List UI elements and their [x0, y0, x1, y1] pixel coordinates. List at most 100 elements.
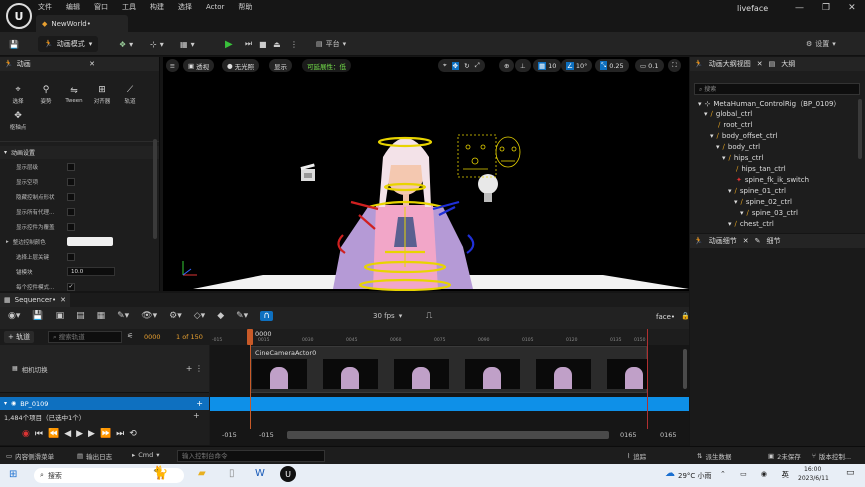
checkbox[interactable]	[67, 192, 75, 201]
mode-selector[interactable]: 🏃 动画模式 ▾	[38, 36, 99, 52]
view-range-end[interactable]: 0165	[660, 431, 677, 439]
tab-anim-details[interactable]: 动画细节	[709, 236, 737, 246]
eject-button[interactable]: ⏏	[273, 37, 281, 51]
time-ruler[interactable]: -015 0015 0030 0045 0060 0075 0090 0105 …	[210, 329, 689, 345]
tree-item[interactable]: ▾ ∕ body_ctrl	[716, 143, 760, 151]
close-icon[interactable]: ✕	[89, 60, 95, 68]
snap-icon[interactable]: ∩	[260, 311, 273, 321]
tree-item[interactable]: ▾ ∕ spine_01_ctrl	[728, 187, 786, 195]
tool-snapper[interactable]: ⊞ 对齐器	[88, 85, 116, 105]
unsaved-button[interactable]: ▣ 2未保存	[768, 451, 801, 461]
file-explorer-icon[interactable]: ▰	[198, 468, 206, 479]
bake-icon[interactable]: ▦	[97, 311, 106, 321]
menu-tools[interactable]: 工具	[122, 2, 136, 12]
bp-0109-track-bar[interactable]	[210, 397, 689, 411]
save-icon[interactable]: 💾	[32, 311, 43, 321]
tree-item[interactable]: ▾ ∕ body_offset_ctrl	[710, 132, 777, 140]
add-icon[interactable]: + ⋮	[186, 364, 203, 373]
tool-pose[interactable]: ⚲ 姿势	[32, 85, 60, 105]
prev-key-button[interactable]: ⏪	[48, 429, 59, 439]
playback-options-icon[interactable]: ⚙▾	[169, 311, 182, 321]
playback-end-marker[interactable]	[647, 329, 648, 429]
filter-icon[interactable]: ⚟	[127, 332, 133, 340]
ime-indicator[interactable]: 英	[782, 470, 789, 480]
step-button[interactable]: ⏭	[245, 37, 252, 51]
key-icon[interactable]: ◇▾	[194, 311, 205, 321]
current-frame[interactable]: 0000	[144, 333, 161, 341]
stop-button[interactable]: ■	[259, 37, 267, 51]
output-log-button[interactable]: ▤ 输出日志	[77, 451, 112, 461]
tree-item[interactable]: ✦ spine_fk_ik_switch	[736, 176, 809, 184]
view-range-start[interactable]: -015	[222, 431, 237, 439]
working-range-start[interactable]: -015	[259, 431, 274, 439]
tool-tween[interactable]: ⇋ Tween	[60, 86, 88, 104]
clock-date[interactable]: 2023/6/11	[798, 475, 829, 482]
level-viewport[interactable]: ≡ ▣ 透视 ● 无光照 显示 可延展性：低 ⌖ ✥ ↻ ⤢ ⊕ ⊥ ▦ 10 ∠ 10…	[163, 57, 689, 291]
close-icon[interactable]: ✕	[60, 296, 66, 304]
checkbox[interactable]	[67, 207, 75, 216]
menu-help[interactable]: 帮助	[238, 2, 252, 12]
menu-window[interactable]: 窗口	[94, 2, 108, 12]
actions-icon[interactable]: ✎▾	[117, 311, 129, 321]
find-in-browser-icon[interactable]: ▣	[56, 311, 65, 321]
checkbox-checked[interactable]: ✓	[67, 282, 75, 291]
weather-label[interactable]: 29°C 小雨	[678, 471, 712, 481]
tool-pivot[interactable]: ✥ 枢轴点	[4, 111, 32, 131]
tab-anim-outliner[interactable]: 动画大纲视图	[709, 59, 751, 69]
clock-time[interactable]: 16:00	[804, 466, 821, 473]
camera-section[interactable]: CineCameraActor0	[250, 346, 647, 393]
next-key-button[interactable]: ⏩	[100, 429, 111, 439]
next-frame-button[interactable]: ▶	[88, 429, 95, 439]
sequencer-tab[interactable]: ▦ Sequencer• ✕	[0, 293, 70, 307]
prev-frame-button[interactable]: ◀	[64, 429, 71, 439]
jump-to-end-button[interactable]: ⏭	[116, 429, 124, 439]
menu-select[interactable]: 选择	[178, 2, 192, 12]
track-row-camera-cuts[interactable]: ▦ 相机切换 + ⋮	[0, 345, 209, 393]
fps-selector[interactable]: 30 fps ▾	[373, 312, 402, 320]
add-icon[interactable]: +	[193, 411, 200, 420]
outliner-search-input[interactable]: ⌕ 搜索	[694, 83, 860, 95]
notification-icon[interactable]: ▭	[846, 468, 855, 478]
derived-data-button[interactable]: ⇅ 派生数据	[697, 451, 731, 461]
tool-select[interactable]: ⌖ 选择	[4, 85, 32, 105]
tree-item[interactable]: ▾ ∕ hips_ctrl	[722, 154, 763, 162]
unreal-taskbar-icon[interactable]: U	[280, 466, 296, 482]
word-icon[interactable]: W	[255, 468, 265, 479]
lock-icon[interactable]: 🔒	[681, 312, 690, 320]
jump-to-start-button[interactable]: ⏮	[35, 429, 43, 439]
minimize-button[interactable]: —	[795, 3, 804, 13]
play-button[interactable]: ▶	[76, 429, 83, 439]
working-range-end[interactable]: 0165	[620, 431, 637, 439]
chevron-right-icon[interactable]: ▸	[6, 239, 9, 245]
record-button[interactable]: ◉	[22, 429, 30, 439]
close-icon[interactable]: ✕	[757, 60, 763, 68]
track-row-bp-0109[interactable]: ▾ ◉ BP_0109 +	[0, 397, 209, 410]
save-icon[interactable]: 💾	[9, 37, 19, 51]
console-input[interactable]: 输入控制台命令	[177, 450, 325, 462]
close-icon[interactable]: ✕	[743, 237, 749, 245]
timeline-area[interactable]: -015 0015 0030 0045 0060 0075 0090 0105 …	[210, 329, 689, 445]
tree-item[interactable]: ▾ ∕ chest_ctrl	[728, 220, 774, 228]
auto-key-icon[interactable]: ◆	[217, 311, 224, 321]
settings-button[interactable]: ⚙ 设置 ▾	[806, 37, 836, 51]
world-icon[interactable]: ◉▾	[8, 311, 20, 321]
checkbox[interactable]	[67, 177, 75, 186]
checkbox[interactable]	[67, 222, 75, 231]
add-content-button[interactable]: ❖ ▾	[119, 37, 133, 51]
add-track-button[interactable]: + 轨道	[4, 331, 35, 343]
content-drawer-button[interactable]: ▭ 内容侧滑菜单	[6, 451, 54, 461]
trace-button[interactable]: ⌇ 追踪	[627, 451, 646, 461]
tab-details[interactable]: 细节	[766, 236, 780, 246]
tree-item[interactable]: ▾ ∕ global_ctrl	[704, 110, 752, 118]
track-search-input[interactable]: ⌕ 搜索轨道	[48, 331, 122, 343]
cat-widget-icon[interactable]: 🐈	[152, 466, 168, 481]
cmd-button[interactable]: ▸ Cmd ▾	[132, 451, 160, 459]
playhead[interactable]	[247, 329, 253, 345]
scrollbar[interactable]	[153, 139, 157, 239]
scrollbar[interactable]	[858, 99, 862, 159]
unreal-logo[interactable]: U	[6, 3, 32, 29]
loop-button[interactable]: ⟲	[129, 429, 137, 439]
view-options-icon[interactable]: 👁▾	[141, 311, 157, 321]
notepad-icon[interactable]: ▯	[229, 468, 235, 479]
curve-icon[interactable]: ⎍	[426, 311, 432, 321]
